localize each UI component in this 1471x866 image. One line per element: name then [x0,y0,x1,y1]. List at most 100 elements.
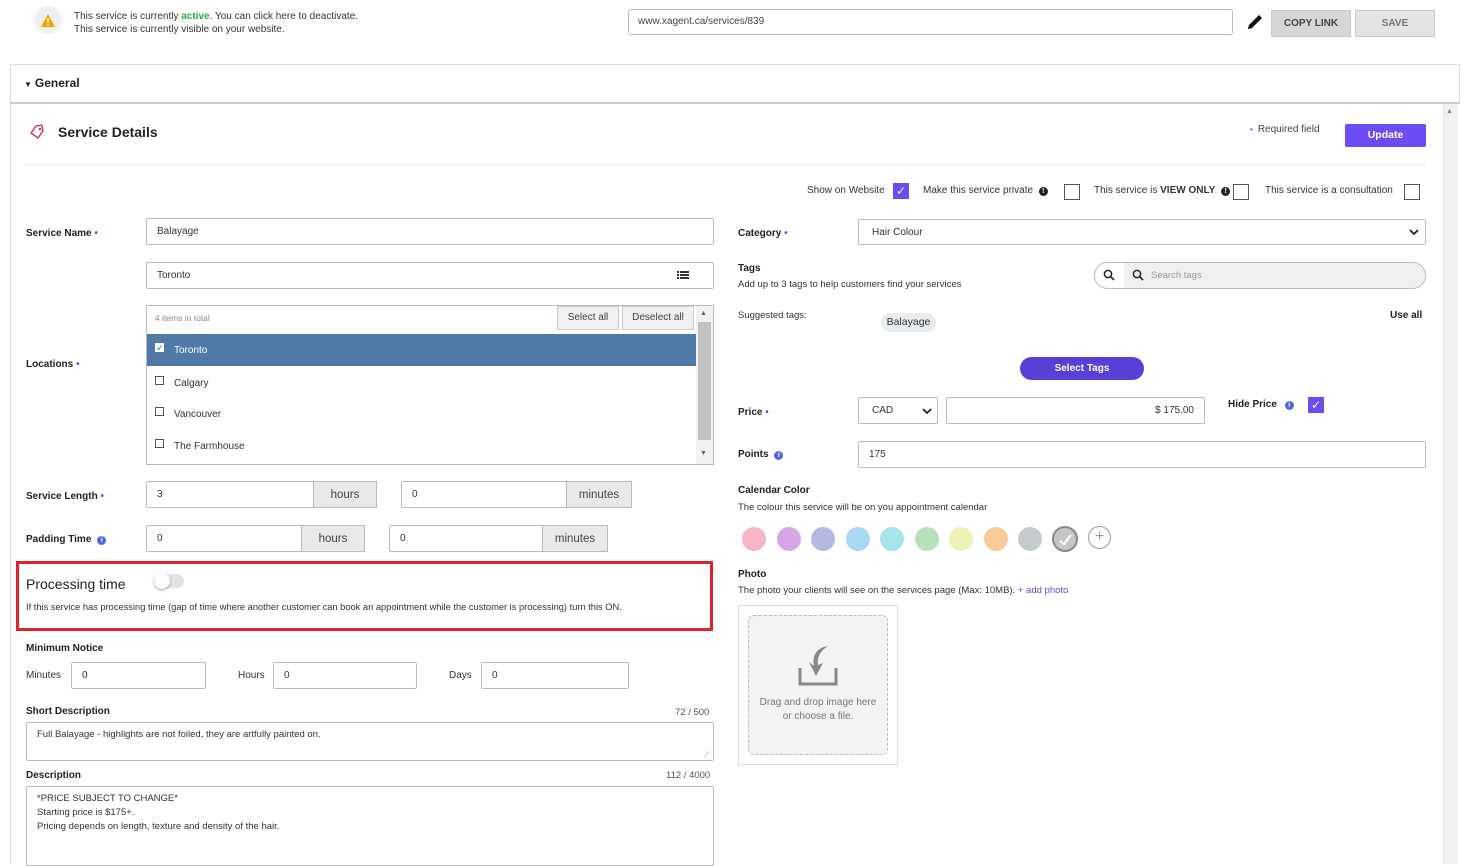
color-swatch[interactable] [846,527,870,551]
page-scrollbar[interactable] [1443,104,1458,864]
make-private-text: Make this service private [923,185,1034,196]
search-icon[interactable] [1103,269,1115,284]
suggested-tags-label: Suggested tags: [738,310,807,321]
warning-icon [34,6,62,34]
color-swatch-selected[interactable] [1052,526,1078,552]
color-swatch[interactable] [949,527,973,551]
toggle-knob[interactable] [154,573,170,589]
minutes-addon: minutes [542,525,608,552]
required-dot-icon: • [94,228,98,239]
processing-time-highlight [16,561,713,631]
list-item[interactable]: ✓ Toronto [147,334,697,366]
select-tags-button[interactable]: Select Tags [1020,357,1144,380]
add-color-icon[interactable]: + [1088,526,1111,549]
color-swatch[interactable] [777,527,801,551]
hours-addon: hours [301,525,365,552]
price-label-text: Price [738,407,763,418]
category-label-text: Category [738,228,782,239]
checkbox-icon[interactable] [155,438,164,448]
hide-price-label-text: Hide Price [1228,399,1277,410]
copy-link-button[interactable]: COPY LINK [1271,10,1351,37]
consultation-checkbox[interactable] [1404,184,1420,200]
info-icon[interactable]: ! [1038,187,1048,196]
color-swatch[interactable] [742,527,766,551]
category-select[interactable]: Hair Colour [858,219,1426,245]
required-dot-icon: • [76,359,80,370]
service-name-input[interactable]: Balayage [146,218,714,245]
color-swatch[interactable] [880,527,904,551]
status-active-word: active [181,11,210,22]
color-swatch[interactable] [811,527,835,551]
deselect-all-button[interactable]: Deselect all [622,306,694,330]
add-photo-link[interactable]: + add photo [1018,585,1068,596]
minimum-notice-label: Minimum Notice [26,643,104,654]
list-item-label: Vancouver [174,408,222,420]
scroll-up-icon[interactable]: ▲ [700,310,707,317]
select-all-button[interactable]: Select all [557,306,619,330]
save-button[interactable]: SAVE [1355,10,1435,37]
service-url-field[interactable]: www.xagent.ca/services/839 [628,9,1233,35]
notice-minutes-input[interactable]: 0 [71,662,206,689]
suggested-tag-chip[interactable]: Balayage [881,313,936,332]
checkbox-icon[interactable] [155,406,164,416]
notice-days-input[interactable]: 0 [481,662,629,689]
make-private-label: Make this service private ! [923,185,1048,196]
hide-price-checkbox[interactable]: ✓ [1308,397,1324,413]
info-icon[interactable]: i [1284,401,1294,410]
info-icon[interactable]: i [774,451,784,460]
length-minutes-input[interactable]: 0 [401,481,567,508]
locations-list[interactable]: 4 items in total Select all Deselect all… [146,305,714,465]
currency-select[interactable]: CAD [858,397,938,424]
price-label: Price • [738,407,769,418]
padding-time-label: Padding Time i [26,534,107,545]
scroll-up-icon[interactable]: ▲ [1446,108,1453,115]
resize-handle-icon[interactable]: ⟋ [704,750,710,760]
location-selected-text: Toronto [157,270,191,281]
list-item[interactable]: The Farmhouse [147,430,697,462]
color-swatch[interactable] [915,527,939,551]
general-section-header[interactable] [10,64,1460,104]
info-icon[interactable]: ! [1221,187,1231,196]
page-title: Service Details [58,124,158,140]
list-item[interactable]: Vancouver [147,398,697,430]
required-dot-icon: • [1250,125,1253,134]
checkbox-icon[interactable] [155,375,164,385]
description-textarea[interactable]: *PRICE SUBJECT TO CHANGE* Starting price… [26,786,714,866]
required-note-text: Required field [1257,124,1320,135]
photo-help: The photo your clients will see on the s… [738,585,1068,596]
make-private-checkbox[interactable] [1064,184,1080,200]
use-all-link[interactable]: Use all [1390,310,1422,321]
checkbox-checked-icon[interactable]: ✓ [155,342,164,352]
general-toggle[interactable]: ▼ General [24,76,80,90]
pencil-icon[interactable] [1244,11,1266,33]
view-only-label: This service is VIEW ONLY ! [1094,185,1231,196]
color-swatch[interactable] [1018,527,1042,551]
padding-hours-input[interactable]: 0 [146,525,302,552]
list-item[interactable]: Calgary [147,367,697,399]
calendar-color-help: The colour this service will be on you a… [738,502,988,513]
list-item-label: Calgary [174,377,209,389]
locations-label-text: Locations [26,359,74,370]
notice-minutes-label: Minutes [26,670,62,681]
list-scroll-thumb[interactable] [698,322,711,440]
location-select[interactable]: Toronto [146,262,714,289]
padding-minutes-input[interactable]: 0 [389,525,543,552]
info-icon[interactable]: i [97,536,107,545]
chevron-down-icon [1409,227,1419,240]
price-input[interactable]: $ 175.00 [946,397,1205,424]
description-counter: 112 / 4000 [666,770,711,781]
scroll-down-icon[interactable]: ▼ [700,450,707,457]
status-line[interactable]: This service is currently active. You ca… [74,11,358,22]
short-description-textarea[interactable]: Full Balayage - highlights are not foile… [26,722,714,761]
show-on-website-checkbox[interactable]: ✓ [893,183,909,199]
calendar-color-label: Calendar Color [738,485,810,496]
update-button[interactable]: Update [1345,124,1426,147]
color-swatch[interactable] [984,527,1008,551]
notice-hours-input[interactable]: 0 [273,662,417,689]
caret-down-icon: ▼ [24,80,32,89]
points-input[interactable]: 175 [858,441,1426,468]
view-only-checkbox[interactable] [1233,184,1249,200]
length-hours-input[interactable]: 3 [146,481,314,508]
visibility-line: This service is currently visible on you… [74,24,285,35]
required-dot-icon: • [784,228,788,239]
